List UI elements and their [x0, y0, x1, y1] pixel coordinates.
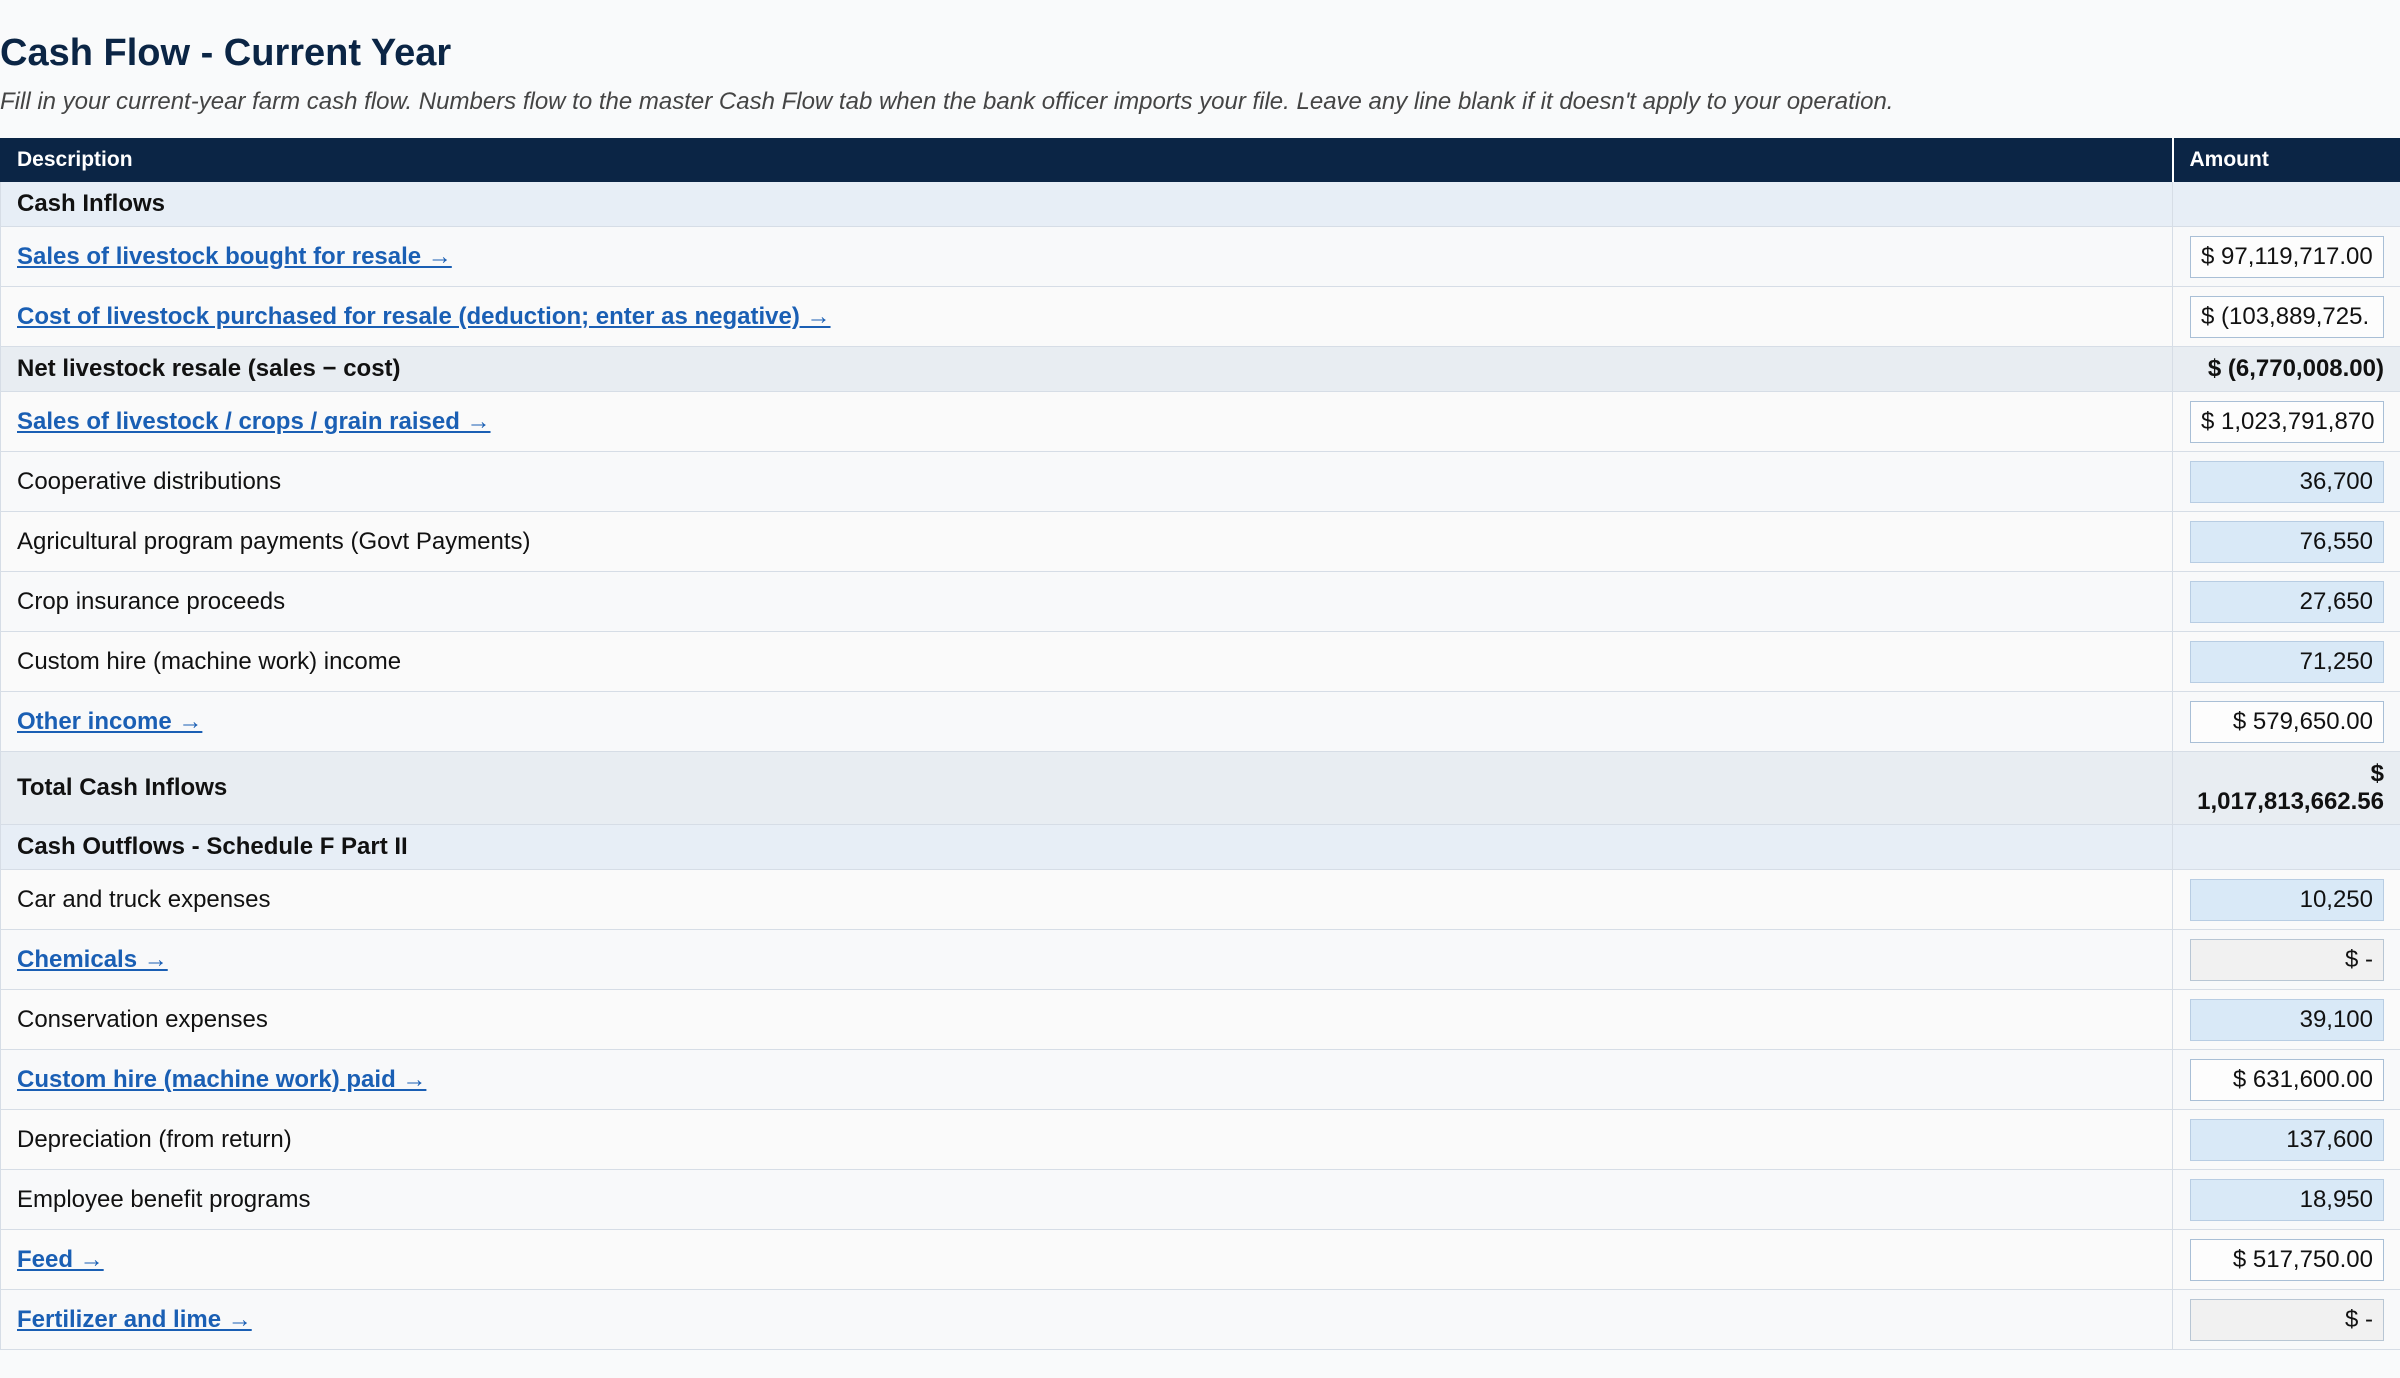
table-row: Sales of livestock bought for resale → $ …: [0, 226, 2400, 287]
line-item-label: Cooperative distributions: [0, 451, 2173, 512]
section-heading: Cash Inflows: [0, 181, 2173, 227]
total-label: Total Cash Inflows: [0, 751, 2173, 825]
table-row: Feed → $ 517,750.00: [0, 1229, 2400, 1290]
line-item-label: Crop insurance proceeds: [0, 571, 2173, 632]
table-row: Custom hire (machine work) paid → $ 631,6…: [0, 1049, 2400, 1110]
amount-cell: $ 579,650.00: [2172, 691, 2400, 752]
amount-input[interactable]: 10,250: [2190, 878, 2384, 921]
total-value-currency: $: [2370, 760, 2384, 787]
page: Cash Flow - Current Year Fill in your cu…: [0, 0, 2400, 1350]
line-item-label-cell: Sales of livestock / crops / grain raise…: [0, 391, 2173, 452]
drilldown-link[interactable]: Sales of livestock bought for resale →: [17, 243, 452, 270]
amount-input[interactable]: 18,950: [2190, 1178, 2384, 1221]
linked-amount-field: $ 97,119,717.00: [2190, 235, 2384, 278]
line-item-label-cell: Sales of livestock bought for resale →: [0, 226, 2173, 287]
linked-amount-field: $ 579,650.00: [2190, 700, 2384, 743]
table-row: Car and truck expenses 10,250: [0, 869, 2400, 930]
table-row: Conservation expenses 39,100: [0, 989, 2400, 1050]
line-item-label: Car and truck expenses: [0, 869, 2173, 930]
page-title: Cash Flow - Current Year: [0, 32, 452, 74]
drilldown-link[interactable]: Other income →: [17, 708, 202, 735]
page-subtitle: Fill in your current-year farm cash flow…: [0, 88, 1894, 115]
amount-cell: $ (103,889,725.: [2172, 286, 2400, 347]
linked-amount-field: $ 517,750.00: [2190, 1238, 2384, 1281]
line-item-label-cell: Chemicals →: [0, 929, 2173, 990]
table-row: Cash Outflows - Schedule F Part II: [0, 824, 2400, 870]
subtotal-value: $ (6,770,008.00): [2172, 346, 2400, 392]
drilldown-link[interactable]: Chemicals →: [17, 946, 168, 973]
table-row: Crop insurance proceeds 27,650: [0, 571, 2400, 632]
line-item-label-cell: Other income →: [0, 691, 2173, 752]
amount-cell: $ 517,750.00: [2172, 1229, 2400, 1290]
amount-cell: $ 631,600.00: [2172, 1049, 2400, 1110]
linked-amount-field: $ 631,600.00: [2190, 1058, 2384, 1101]
table-row: Sales of livestock / crops / grain raise…: [0, 391, 2400, 452]
drilldown-link[interactable]: Cost of livestock purchased for resale (…: [17, 303, 831, 330]
drilldown-link[interactable]: Feed →: [17, 1246, 104, 1273]
section-heading-spacer: [2172, 181, 2400, 227]
subtotal-label: Net livestock resale (sales − cost): [0, 346, 2173, 392]
amount-cell: 18,950: [2172, 1169, 2400, 1230]
amount-cell: $ 97,119,717.00: [2172, 226, 2400, 287]
amount-input[interactable]: 27,650: [2190, 580, 2384, 623]
amount-cell: 10,250: [2172, 869, 2400, 930]
table-row: Chemicals → $ -: [0, 929, 2400, 990]
line-item-label-cell: Feed →: [0, 1229, 2173, 1290]
table-row: Cash Inflows: [0, 181, 2400, 227]
amount-cell: 27,650: [2172, 571, 2400, 632]
amount-column-header: Amount: [2171, 138, 2400, 182]
line-item-label-cell: Fertilizer and lime →: [0, 1289, 2173, 1350]
amount-cell: $ -: [2172, 1289, 2400, 1350]
amount-cell: 71,250: [2172, 631, 2400, 692]
linked-amount-field: $ 1,023,791,870: [2190, 400, 2384, 443]
linked-amount-field: $ -: [2190, 938, 2384, 981]
table-row: Custom hire (machine work) income 71,250: [0, 631, 2400, 692]
table-row: Employee benefit programs 18,950: [0, 1169, 2400, 1230]
table-row: Fertilizer and lime → $ -: [0, 1289, 2400, 1350]
drilldown-link[interactable]: Sales of livestock / crops / grain raise…: [17, 408, 491, 435]
table-body: Cash Inflows Sales of livestock bought fo…: [0, 181, 2400, 1350]
line-item-label: Employee benefit programs: [0, 1169, 2173, 1230]
amount-cell: 39,100: [2172, 989, 2400, 1050]
table-row: Total Cash Inflows $1,017,813,662.56: [0, 751, 2400, 825]
table-row: Other income → $ 579,650.00: [0, 691, 2400, 752]
line-item-label: Agricultural program payments (Govt Paym…: [0, 511, 2173, 572]
table-row: Cooperative distributions 36,700: [0, 451, 2400, 512]
drilldown-link[interactable]: Custom hire (machine work) paid →: [17, 1066, 426, 1093]
description-column-header: Description: [0, 138, 2173, 182]
table-row: Depreciation (from return) 137,600: [0, 1109, 2400, 1170]
amount-input[interactable]: 76,550: [2190, 520, 2384, 563]
amount-cell: 137,600: [2172, 1109, 2400, 1170]
amount-cell: 76,550: [2172, 511, 2400, 572]
linked-amount-field: $ (103,889,725.: [2190, 295, 2384, 338]
drilldown-link[interactable]: Fertilizer and lime →: [17, 1306, 252, 1333]
line-item-label: Custom hire (machine work) income: [0, 631, 2173, 692]
linked-amount-field: $ -: [2190, 1298, 2384, 1341]
line-item-label: Conservation expenses: [0, 989, 2173, 1050]
line-item-label-cell: Cost of livestock purchased for resale (…: [0, 286, 2173, 347]
table-row: Agricultural program payments (Govt Paym…: [0, 511, 2400, 572]
line-item-label-cell: Custom hire (machine work) paid →: [0, 1049, 2173, 1110]
amount-input[interactable]: 39,100: [2190, 998, 2384, 1041]
amount-input[interactable]: 36,700: [2190, 460, 2384, 503]
total-value-amount: 1,017,813,662.56: [2197, 788, 2384, 815]
total-value: $1,017,813,662.56: [2172, 751, 2400, 825]
amount-cell: 36,700: [2172, 451, 2400, 512]
section-heading: Cash Outflows - Schedule F Part II: [0, 824, 2173, 870]
table-row: Net livestock resale (sales − cost) $ (6,…: [0, 346, 2400, 392]
cash-flow-table: Description Amount Cash Inflows Sales of …: [0, 138, 2400, 1350]
amount-cell: $ -: [2172, 929, 2400, 990]
amount-cell: $ 1,023,791,870: [2172, 391, 2400, 452]
table-row: Cost of livestock purchased for resale (…: [0, 286, 2400, 347]
line-item-label: Depreciation (from return): [0, 1109, 2173, 1170]
section-heading-spacer: [2172, 824, 2400, 870]
amount-input[interactable]: 137,600: [2190, 1118, 2384, 1161]
table-header-row: Description Amount: [0, 138, 2400, 182]
amount-input[interactable]: 71,250: [2190, 640, 2384, 683]
